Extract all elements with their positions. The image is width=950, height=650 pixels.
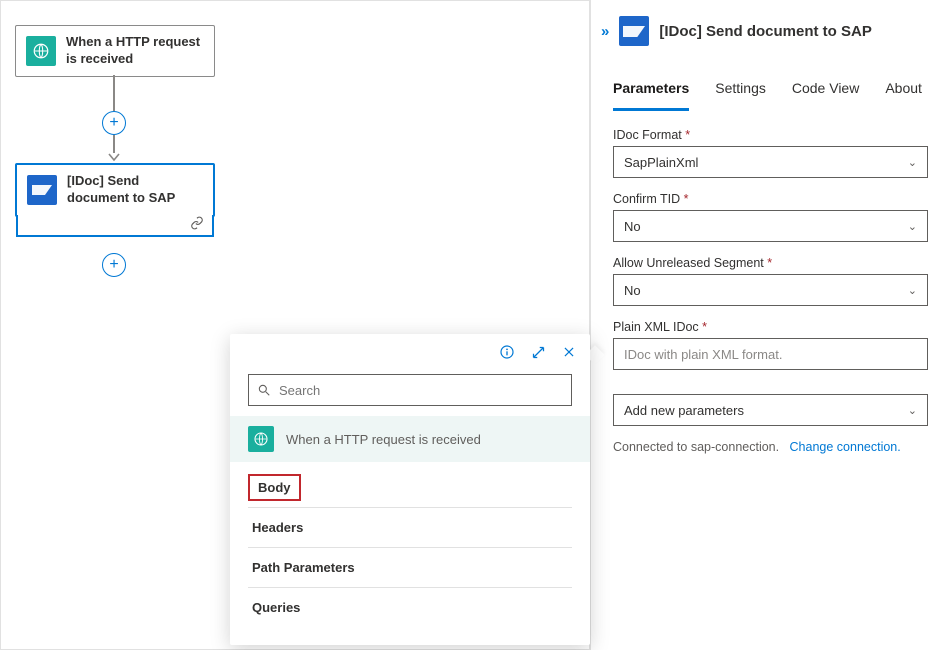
http-request-icon	[26, 36, 56, 66]
action-config-panel: » [IDoc] Send document to SAP Parameters…	[590, 0, 950, 650]
field-label-idoc-format: IDoc Format *	[613, 128, 928, 142]
search-input[interactable]	[279, 383, 563, 398]
node-footer	[16, 215, 214, 237]
info-icon[interactable]	[499, 344, 515, 364]
tab-parameters[interactable]: Parameters	[613, 74, 689, 111]
connection-link-icon[interactable]	[190, 216, 204, 233]
plain-xml-input[interactable]: IDoc with plain XML format.	[613, 338, 928, 370]
dynamic-content-popover: When a HTTP request is received Body Hea…	[230, 334, 590, 645]
dynamic-content-list: Body Headers Path Parameters Queries	[230, 462, 590, 645]
content-item-path-parameters[interactable]: Path Parameters	[248, 548, 572, 588]
http-request-icon	[248, 426, 274, 452]
connection-name: sap-connection.	[691, 440, 779, 454]
panel-tabs: Parameters Settings Code View About	[591, 74, 950, 112]
add-new-parameters-select[interactable]: Add new parameters ⌄	[613, 394, 928, 426]
close-icon[interactable]	[562, 345, 576, 363]
trigger-node-http-request[interactable]: When a HTTP request is received	[15, 25, 215, 77]
connection-info: Connected to sap-connection. Change conn…	[613, 440, 928, 454]
sap-icon	[27, 175, 57, 205]
allow-unreleased-value: No	[624, 283, 641, 298]
field-label-confirm-tid: Confirm TID *	[613, 192, 928, 206]
field-label-plain-xml: Plain XML IDoc *	[613, 320, 928, 334]
content-item-headers[interactable]: Headers	[248, 508, 572, 548]
connector-line	[113, 75, 115, 111]
dynamic-content-search[interactable]	[248, 374, 572, 406]
parameters-form: IDoc Format * SapPlainXml ⌄ Confirm TID …	[591, 112, 950, 454]
chevron-down-icon: ⌄	[908, 284, 917, 297]
content-item-queries[interactable]: Queries	[248, 588, 572, 627]
trigger-node-label: When a HTTP request is received	[66, 34, 204, 68]
panel-title: [IDoc] Send document to SAP	[659, 23, 872, 40]
arrow-down-icon	[108, 151, 120, 163]
expand-icon[interactable]	[531, 345, 546, 364]
panel-header: » [IDoc] Send document to SAP	[591, 0, 950, 56]
sap-icon	[619, 16, 649, 46]
add-new-parameters-label: Add new parameters	[624, 403, 744, 418]
idoc-format-value: SapPlainXml	[624, 155, 698, 170]
popover-toolbar	[230, 334, 590, 370]
confirm-tid-value: No	[624, 219, 641, 234]
add-step-button[interactable]: +	[102, 253, 126, 277]
tab-about[interactable]: About	[885, 74, 922, 111]
collapse-panel-icon[interactable]: »	[601, 23, 609, 40]
chevron-down-icon: ⌄	[908, 404, 917, 417]
content-source-label: When a HTTP request is received	[286, 432, 481, 447]
confirm-tid-select[interactable]: No ⌄	[613, 210, 928, 242]
content-source-row[interactable]: When a HTTP request is received	[230, 416, 590, 462]
tab-settings[interactable]: Settings	[715, 74, 766, 111]
action-node-send-idoc[interactable]: [IDoc] Send document to SAP	[15, 163, 215, 217]
search-icon	[257, 383, 271, 397]
action-node-label: [IDoc] Send document to SAP	[67, 173, 203, 207]
chevron-down-icon: ⌄	[908, 220, 917, 233]
chevron-down-icon: ⌄	[908, 156, 917, 169]
idoc-format-select[interactable]: SapPlainXml ⌄	[613, 146, 928, 178]
add-step-button[interactable]: +	[102, 111, 126, 135]
tab-code-view[interactable]: Code View	[792, 74, 859, 111]
content-item-body[interactable]: Body	[248, 474, 301, 501]
change-connection-link[interactable]: Change connection.	[790, 440, 901, 454]
allow-unreleased-select[interactable]: No ⌄	[613, 274, 928, 306]
field-label-allow-unreleased: Allow Unreleased Segment *	[613, 256, 928, 270]
